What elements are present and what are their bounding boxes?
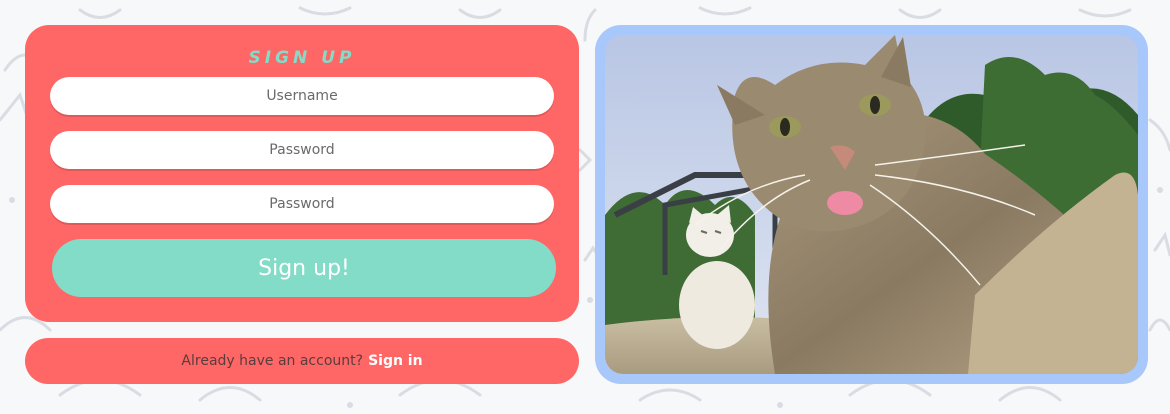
username-input[interactable]: [50, 77, 554, 115]
signup-card: SIGN UP Sign up!: [25, 25, 579, 322]
cat-selfie-photo: [605, 35, 1138, 374]
signin-prompt: Already have an account?: [181, 353, 364, 369]
photo-frame: [595, 25, 1148, 384]
signin-bar: Already have an account? Sign in: [25, 338, 579, 384]
signup-button[interactable]: Sign up!: [52, 239, 556, 297]
confirm-password-input[interactable]: [50, 185, 554, 223]
signup-title: SIGN UP: [248, 48, 356, 68]
signin-link[interactable]: Sign in: [368, 353, 423, 369]
password-input[interactable]: [50, 131, 554, 169]
